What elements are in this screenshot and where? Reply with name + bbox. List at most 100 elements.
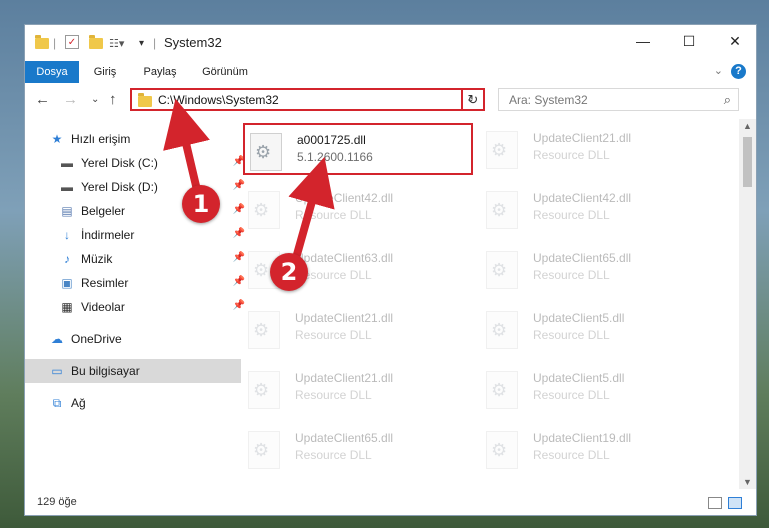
dll-file-icon <box>486 431 518 469</box>
navigation-pane: ★ Hızlı erişim ▬ Yerel Disk (C:) 📌 ▬ Yer… <box>25 121 245 491</box>
file-name: UpdateClient21.dll <box>295 371 394 385</box>
dll-file-icon <box>486 191 518 229</box>
sidebar-item-downloads[interactable]: ↓ İndirmeler 📌 <box>25 223 251 247</box>
scroll-up-arrow-icon[interactable]: ▲ <box>743 121 752 131</box>
address-bar[interactable]: C:\Windows\System32 ⌄ <box>130 88 485 111</box>
file-description: Resource DLL <box>295 388 372 402</box>
dll-file-icon <box>486 311 518 349</box>
tab-gorunum[interactable]: Görünüm <box>195 61 255 83</box>
step-1-badge: 1 <box>182 185 220 223</box>
help-icon[interactable]: ? <box>731 64 746 79</box>
file-item[interactable]: UpdateClient19.dll Resource DLL <box>481 423 711 475</box>
sidebar-item-network[interactable]: ⧉ Ağ <box>25 391 241 415</box>
file-item[interactable]: UpdateClient42.dll Resource DLL <box>243 183 473 235</box>
star-icon: ★ <box>51 132 63 146</box>
refresh-button[interactable]: ↻ <box>461 88 485 111</box>
file-item-a0001725-dll[interactable]: a0001725.dll 5.1.2600.1166 <box>243 123 473 175</box>
file-name: UpdateClient21.dll <box>295 311 394 325</box>
sidebar-item-videos[interactable]: ▦ Videolar 📌 <box>25 295 251 319</box>
sidebar-item-label: Bu bilgisayar <box>71 364 140 378</box>
drive-icon: ▬ <box>61 180 73 194</box>
file-list: a0001725.dll 5.1.2600.1166 UpdateClient2… <box>241 119 737 491</box>
file-description: Resource DLL <box>533 268 610 282</box>
search-input[interactable]: Ara: System32 ⌕ <box>498 88 739 111</box>
file-name: UpdateClient65.dll <box>533 251 632 265</box>
videos-icon: ▦ <box>61 300 73 314</box>
file-description: Resource DLL <box>295 328 372 342</box>
large-icons-view-icon[interactable] <box>728 497 742 509</box>
sidebar-item-quick-access[interactable]: ★ Hızlı erişim <box>25 127 241 151</box>
file-description: Resource DLL <box>533 448 610 462</box>
file-item[interactable]: UpdateClient65.dll Resource DLL <box>481 243 711 295</box>
file-item[interactable]: UpdateClient5.dll Resource DLL <box>481 303 711 355</box>
tab-dosya[interactable]: Dosya <box>25 61 79 83</box>
sidebar-item-this-pc[interactable]: ▭ Bu bilgisayar <box>25 359 241 383</box>
search-icon: ⌕ <box>723 92 731 107</box>
pictures-icon: ▣ <box>61 276 73 290</box>
file-description: Resource DLL <box>295 448 372 462</box>
file-name: a0001725.dll <box>297 133 366 147</box>
properties-icon[interactable]: ✓ <box>65 35 79 49</box>
navigation-bar: ← → ⌄ ↑ C:\Windows\System32 ⌄ ↻ Ara: Sys… <box>25 83 756 117</box>
scroll-down-arrow-icon[interactable]: ▼ <box>743 477 752 487</box>
file-name: UpdateClient19.dll <box>533 431 632 445</box>
folder-icon <box>138 93 152 107</box>
close-button[interactable]: ✕ <box>712 25 756 57</box>
explorer-window: | ✓ ☷▾ ▾ | System32 — ☐ ✕ Dosya Giriş Pa… <box>24 24 757 516</box>
back-arrow-icon[interactable]: ← <box>35 91 50 108</box>
item-count: 129 öğe <box>37 496 77 508</box>
dll-file-icon <box>250 133 282 171</box>
sidebar-item-pictures[interactable]: ▣ Resimler 📌 <box>25 271 251 295</box>
sidebar-item-label: Ağ <box>71 396 86 410</box>
tab-giris[interactable]: Giriş <box>83 61 127 83</box>
file-item[interactable]: UpdateClient21.dll Resource DLL <box>243 303 473 355</box>
step-2-badge: 2 <box>270 253 308 291</box>
file-item[interactable]: UpdateClient5.dll Resource DLL <box>481 363 711 415</box>
network-icon: ⧉ <box>52 396 62 410</box>
address-path: C:\Windows\System32 <box>158 93 279 107</box>
minimize-button[interactable]: — <box>620 25 666 57</box>
sidebar-item-label: OneDrive <box>71 332 122 346</box>
file-item[interactable]: UpdateClient65.dll Resource DLL <box>243 423 473 475</box>
status-bar: 129 öğe <box>25 491 756 515</box>
computer-icon: ▭ <box>51 364 63 378</box>
sidebar-item-label: Resimler <box>81 276 129 290</box>
dll-file-icon <box>248 431 280 469</box>
sidebar-item-label: Videolar <box>81 300 125 314</box>
file-item[interactable]: UpdateClient21.dll Resource DLL <box>243 363 473 415</box>
new-folder-icon[interactable] <box>89 34 103 51</box>
downloads-icon: ↓ <box>64 228 70 242</box>
file-description: Resource DLL <box>295 208 372 222</box>
dll-file-icon <box>248 371 280 409</box>
file-item[interactable]: UpdateClient21.dll Resource DLL <box>481 123 711 175</box>
up-arrow-icon[interactable]: ↑ <box>109 91 117 108</box>
sidebar-item-label: Müzik <box>81 252 113 266</box>
sidebar-item-label: İndirmeler <box>81 228 135 242</box>
file-name: UpdateClient5.dll <box>533 311 625 325</box>
sidebar-item-music[interactable]: ♪ Müzik 📌 <box>25 247 251 271</box>
recent-locations-chevron-icon[interactable]: ⌄ <box>91 94 99 105</box>
view-options-icon[interactable]: ☷▾ <box>109 35 124 51</box>
forward-arrow-icon[interactable]: → <box>63 91 78 108</box>
dll-file-icon <box>486 251 518 289</box>
file-description: Resource DLL <box>533 328 610 342</box>
sidebar-item-onedrive[interactable]: ☁ OneDrive <box>25 327 241 351</box>
window-title: System32 <box>164 35 222 50</box>
sidebar-item-label: Belgeler <box>81 204 126 218</box>
sidebar-item-label: Hızlı erişim <box>71 132 131 146</box>
customize-toolbar-chevron-icon[interactable]: ▾ <box>139 35 144 51</box>
sidebar-item-local-disk-c[interactable]: ▬ Yerel Disk (C:) 📌 <box>25 151 251 175</box>
scroll-thumb[interactable] <box>743 137 752 187</box>
quick-access-folder-icon[interactable] <box>35 34 49 51</box>
file-version: 5.1.2600.1166 <box>297 150 373 164</box>
expand-ribbon-chevron-icon[interactable]: ⌄ <box>714 64 723 77</box>
title-bar: | ✓ ☷▾ ▾ | System32 — ☐ ✕ <box>25 25 756 61</box>
vertical-scrollbar[interactable]: ▲ ▼ <box>739 119 756 489</box>
details-view-icon[interactable] <box>708 497 722 509</box>
file-name: UpdateClient42.dll <box>295 191 394 205</box>
documents-icon: ▤ <box>61 204 73 218</box>
maximize-button[interactable]: ☐ <box>666 25 712 57</box>
tab-paylas[interactable]: Paylaş <box>135 61 185 83</box>
file-description: Resource DLL <box>533 148 610 162</box>
file-item[interactable]: UpdateClient42.dll Resource DLL <box>481 183 711 235</box>
